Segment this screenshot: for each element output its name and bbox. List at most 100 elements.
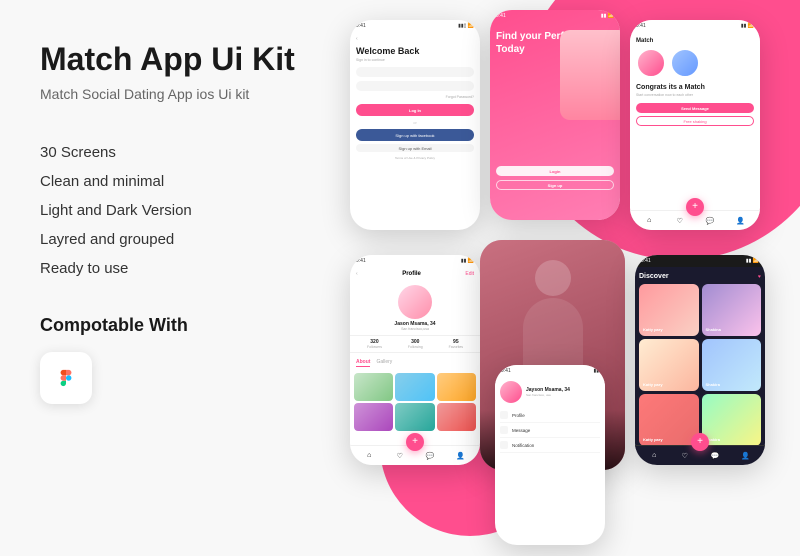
- bp-avatar-img: [500, 381, 522, 403]
- discover-filter[interactable]: ♥: [758, 274, 761, 280]
- login-button[interactable]: Log In: [356, 104, 474, 116]
- feature-4: Layred and grouped: [40, 225, 300, 254]
- find-match-bg: Find your Perfect match Today Login Sign…: [490, 10, 620, 220]
- phone-login: 9:41▮▮▯ 📶 ‹ Welcome Back Sign in to cont…: [350, 20, 480, 230]
- free-shaking-btn[interactable]: Free shaking: [636, 116, 754, 126]
- find-match-buttons: Login Sign up: [496, 166, 614, 190]
- find-match-screen: 9:41▮▮ 📶 Find your Perfect match Today L…: [490, 10, 620, 220]
- password-field[interactable]: [356, 81, 474, 91]
- nav-home-disc[interactable]: ⌂: [648, 450, 660, 462]
- back-arrow-profile[interactable]: ‹: [356, 271, 358, 277]
- nav-person-disc[interactable]: 👤: [740, 450, 752, 462]
- nav-bar-discover: ⌂ ♡ + 💬 👤: [635, 445, 765, 465]
- bp-notification-icon: [500, 441, 508, 449]
- photo-2: [395, 373, 434, 401]
- tab-gallery[interactable]: Gallery: [376, 359, 392, 367]
- photo-4: [354, 403, 393, 431]
- profile-stats: 320 Followers 300 Following 95 Favorites: [350, 335, 480, 353]
- forgot-password[interactable]: Forgot Password?: [356, 95, 474, 99]
- bp-menu-profile[interactable]: Profile: [500, 408, 600, 423]
- feature-2: Clean and minimal: [40, 167, 300, 196]
- status-bar-match: 9:41▮▮ 📶: [630, 20, 760, 32]
- nav-chat-profile[interactable]: 💬: [424, 450, 436, 462]
- nav-chat[interactable]: 💬: [704, 215, 716, 227]
- discover-grid: Katty pary Shakina Katty pary Shakira Ka…: [639, 284, 761, 446]
- tab-about[interactable]: About: [356, 359, 370, 367]
- match-header: Match: [636, 38, 754, 44]
- disc-card-4[interactable]: Shakira: [702, 339, 762, 391]
- status-bar-login: 9:41▮▮▯ 📶: [350, 20, 480, 32]
- profile-location: San francisco,usa: [401, 327, 429, 331]
- disc-card-3[interactable]: Katty pary: [639, 339, 699, 391]
- send-message-btn[interactable]: Send Message: [636, 103, 754, 113]
- phone-find-match: 9:41▮▮ 📶 Find your Perfect match Today L…: [490, 10, 620, 220]
- terms-text: Terms of Use & Privacy Policy: [356, 156, 474, 160]
- bp-name-area: Jayson Msama, 34 San francisco, usa: [526, 387, 570, 397]
- photo-6: [437, 403, 476, 431]
- match-content: Match Congrats its a Match Start convers…: [630, 32, 760, 132]
- match-avatars: [636, 48, 754, 78]
- avatar-2: [670, 48, 700, 78]
- facebook-button[interactable]: Sign up with facebook: [356, 129, 474, 141]
- bp-avatar-area: Jayson Msama, 34 San francisco, usa: [500, 381, 600, 403]
- profile-tabs: About Gallery: [350, 356, 480, 370]
- nav-heart-disc[interactable]: ♡: [679, 450, 691, 462]
- login-screen: 9:41▮▮▯ 📶 ‹ Welcome Back Sign in to cont…: [350, 20, 480, 230]
- discover-content: Discover ♥ Katty pary Shakina Katty pary…: [635, 267, 765, 450]
- login-content: ‹ Welcome Back Sign in to continue Forgo…: [350, 32, 480, 164]
- features-list: 30 Screens Clean and minimal Light and D…: [40, 138, 300, 283]
- disc-card-2[interactable]: Shakina: [702, 284, 762, 336]
- status-bar-small: 9:41▮▮: [495, 365, 605, 377]
- add-button-discover[interactable]: +: [691, 433, 709, 451]
- nav-bar-profile: ⌂ ♡ + 💬 👤: [350, 445, 480, 465]
- username-field[interactable]: [356, 67, 474, 77]
- nav-chat-disc[interactable]: 💬: [709, 450, 721, 462]
- app-title: Match App Ui Kit: [40, 40, 300, 78]
- login-subtitle: Sign in to continue: [356, 58, 474, 62]
- nav-heart[interactable]: ♡: [674, 215, 686, 227]
- stat-favorites: 95 Favorites: [449, 339, 463, 349]
- signup-btn-find[interactable]: Sign up: [496, 180, 614, 190]
- nav-home-profile[interactable]: ⌂: [363, 450, 375, 462]
- or-divider: or: [356, 120, 474, 125]
- bp-message-icon: [500, 426, 508, 434]
- phone-profile: 9:41▮▮ 📶 ‹ Profile Edit Jason Msama, 34 …: [350, 255, 480, 465]
- compatible-label: Compotable With: [40, 315, 300, 336]
- photo-5: [395, 403, 434, 431]
- phone-match: 9:41▮▮ 📶 Match Congrats its a Match Star…: [630, 20, 760, 230]
- match-congrats-title: Congrats its a Match: [636, 84, 754, 91]
- feature-1: 30 Screens: [40, 138, 300, 167]
- nav-person-profile[interactable]: 👤: [455, 450, 467, 462]
- match-screen: 9:41▮▮ 📶 Match Congrats its a Match Star…: [630, 20, 760, 230]
- right-panel: 9:41▮▮▯ 📶 ‹ Welcome Back Sign in to cont…: [320, 0, 800, 556]
- figma-icon: [40, 352, 92, 404]
- profile-screen: 9:41▮▮ 📶 ‹ Profile Edit Jason Msama, 34 …: [350, 255, 480, 465]
- edit-button[interactable]: Edit: [465, 271, 474, 277]
- phone-discover: 9:41▮▮ 📶 Discover ♥ Katty pary Shakina K…: [635, 255, 765, 465]
- add-button-match[interactable]: +: [686, 198, 704, 216]
- login-btn-find[interactable]: Login: [496, 166, 614, 176]
- profile-small-screen: 9:41▮▮ Jayson Msama, 34 San francisco, u…: [495, 365, 605, 545]
- status-bar-profile: 9:41▮▮ 📶: [350, 255, 480, 267]
- add-button-profile[interactable]: +: [406, 433, 424, 451]
- email-button[interactable]: Sign up with Email: [356, 144, 474, 152]
- disc-card-5[interactable]: Katty pary: [639, 394, 699, 446]
- status-bar-discover: 9:41▮▮ 📶: [635, 255, 765, 267]
- bp-menu-message[interactable]: Message: [500, 423, 600, 438]
- status-bar-find: 9:41▮▮ 📶: [490, 10, 620, 22]
- profile-header: ‹ Profile Edit: [350, 267, 480, 281]
- nav-heart-profile[interactable]: ♡: [394, 450, 406, 462]
- disc-card-1[interactable]: Katty pary: [639, 284, 699, 336]
- left-panel: Match App Ui Kit Match Social Dating App…: [0, 0, 340, 556]
- bp-sub: San francisco, usa: [526, 393, 570, 397]
- bp-menu-notification[interactable]: Notification: [500, 438, 600, 453]
- stat-following: 300 Following: [408, 339, 423, 349]
- bottom-phone-content: Jayson Msama, 34 San francisco, usa Prof…: [495, 377, 605, 457]
- nav-bar-match: ⌂ ♡ + 💬 👤: [630, 210, 760, 230]
- bp-profile-icon: [500, 411, 508, 419]
- photo-1: [354, 373, 393, 401]
- nav-home[interactable]: ⌂: [643, 215, 655, 227]
- nav-person[interactable]: 👤: [735, 215, 747, 227]
- match-congrats-sub: Start conversation now to each other: [636, 93, 754, 97]
- disc-card-6[interactable]: Shakira: [702, 394, 762, 446]
